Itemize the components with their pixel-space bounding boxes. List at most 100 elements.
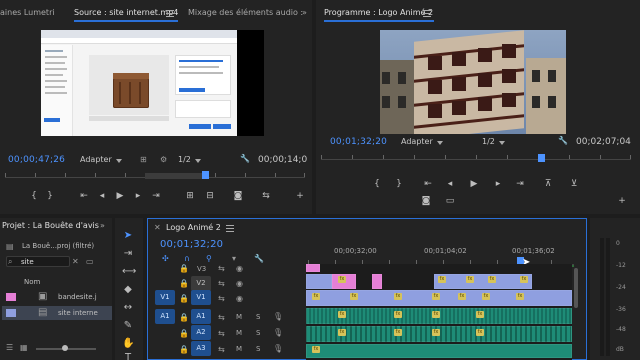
go-to-out-icon[interactable]: ⇥ bbox=[514, 178, 526, 190]
mute-button[interactable]: M bbox=[236, 313, 242, 321]
slip-tool-icon[interactable]: ↔ bbox=[122, 302, 134, 314]
mark-out-icon[interactable]: } bbox=[44, 190, 56, 202]
ripple-edit-tool-icon[interactable]: ⟷ bbox=[122, 266, 136, 278]
track-label-a3[interactable]: A3 bbox=[191, 341, 211, 356]
mute-button[interactable]: M bbox=[236, 345, 242, 353]
audio-clip[interactable] bbox=[306, 344, 572, 358]
add-button-icon[interactable]: + bbox=[294, 190, 306, 202]
source-patch-a1[interactable]: A1 bbox=[155, 309, 175, 324]
clip[interactable] bbox=[306, 264, 320, 272]
clip[interactable] bbox=[306, 274, 332, 289]
source-in-out-range[interactable] bbox=[145, 173, 205, 179]
list-item[interactable]: ▣ bandesite.j bbox=[2, 290, 112, 304]
export-frame-icon[interactable]: ◙ bbox=[232, 190, 244, 202]
clip[interactable] bbox=[434, 274, 532, 289]
timeline-settings-icon[interactable]: 🔧 bbox=[254, 254, 264, 263]
pen-tool-icon[interactable]: ✎ bbox=[122, 320, 134, 332]
eye-icon[interactable]: ◉ bbox=[236, 294, 243, 303]
mark-out-icon[interactable]: } bbox=[393, 178, 405, 190]
source-timecode[interactable]: 00;00;47;26 bbox=[8, 155, 65, 165]
panel-menu-icon[interactable] bbox=[423, 10, 431, 17]
step-back-icon[interactable]: ◂ bbox=[96, 190, 108, 202]
sync-icon[interactable]: ⇆ bbox=[218, 264, 225, 273]
list-item[interactable]: ▤ site interne bbox=[2, 306, 112, 320]
step-forward-icon[interactable]: ▸ bbox=[492, 178, 504, 190]
program-fit-dropdown[interactable]: Adapter bbox=[401, 137, 443, 146]
source-patch-v1[interactable]: V1 bbox=[155, 290, 175, 305]
timeline-vertical-scrollbar[interactable] bbox=[574, 268, 578, 308]
overwrite-clip-icon[interactable]: ⊟ bbox=[204, 190, 216, 202]
new-bin-icon[interactable]: ▭ bbox=[86, 257, 94, 266]
insert-icon[interactable]: ⊞ bbox=[140, 155, 147, 164]
type-tool-icon[interactable]: T bbox=[122, 352, 134, 360]
zoom-slider-handle[interactable] bbox=[62, 345, 68, 351]
tab-audio-mix[interactable]: Mixage des éléments audio : bbox=[188, 8, 303, 17]
panel-menu-icon[interactable] bbox=[226, 225, 234, 232]
source-playhead[interactable] bbox=[202, 171, 209, 179]
solo-button[interactable]: S bbox=[256, 329, 260, 337]
compare-view-icon[interactable]: ▭ bbox=[444, 195, 456, 207]
lock-icon[interactable]: 🔒 bbox=[179, 329, 189, 338]
wrench-icon[interactable]: 🔧 bbox=[240, 154, 250, 163]
track-select-tool-icon[interactable]: ⇥ bbox=[122, 248, 134, 260]
snap-icon[interactable]: ∩ bbox=[184, 254, 190, 263]
camera-icon[interactable]: ◙ bbox=[420, 195, 432, 207]
sync-icon[interactable]: ⇆ bbox=[218, 294, 225, 303]
mark-in-icon[interactable]: { bbox=[371, 178, 383, 190]
add-marker-icon[interactable]: ▾ bbox=[232, 254, 236, 263]
microphone-icon[interactable]: 🎙 bbox=[273, 312, 283, 321]
button-editor-icon[interactable]: ⇆ bbox=[260, 190, 272, 202]
solo-button[interactable]: S bbox=[256, 313, 260, 321]
more-tabs-icon[interactable]: » bbox=[302, 8, 307, 17]
track-label-a2[interactable]: A2 bbox=[191, 325, 211, 340]
wrench-icon[interactable]: 🔧 bbox=[558, 136, 568, 145]
tab-project[interactable]: Projet : La Bouête d'avis bbox=[2, 221, 99, 230]
more-tabs-icon[interactable]: » bbox=[100, 221, 105, 230]
lock-icon[interactable]: 🔒 bbox=[179, 345, 189, 354]
sync-icon[interactable]: ⇆ bbox=[218, 313, 225, 322]
linked-selection-icon[interactable]: ⚲ bbox=[206, 254, 212, 263]
track-label-v2[interactable]: V2 bbox=[191, 276, 211, 291]
go-to-in-icon[interactable]: ⇤ bbox=[78, 190, 90, 202]
track-label-v1[interactable]: V1 bbox=[191, 290, 211, 305]
source-fit-dropdown[interactable]: Adapter bbox=[80, 155, 122, 164]
settings-wrench-icon[interactable]: ⚙ bbox=[160, 155, 167, 164]
extract-icon[interactable]: ⊻ bbox=[568, 178, 580, 190]
column-header-name[interactable]: Nom bbox=[24, 278, 40, 286]
clear-search-icon[interactable]: ✕ bbox=[72, 257, 79, 266]
source-resolution-dropdown[interactable]: 1/2 bbox=[178, 155, 201, 164]
eye-icon[interactable]: ◉ bbox=[236, 264, 243, 273]
clip[interactable] bbox=[372, 274, 382, 289]
selection-tool-icon[interactable]: ➤ bbox=[122, 230, 134, 242]
tab-timeline[interactable]: Logo Animé 2 bbox=[166, 223, 221, 232]
tab-lumetri[interactable]: aines Lumetri bbox=[0, 8, 55, 17]
program-resolution-dropdown[interactable]: 1/2 bbox=[482, 137, 505, 146]
mute-button[interactable]: M bbox=[236, 329, 242, 337]
mark-in-icon[interactable]: { bbox=[28, 190, 40, 202]
tab-source[interactable]: Source : site internet.mp4 bbox=[74, 8, 178, 17]
track-label-v3[interactable]: V3 bbox=[197, 265, 206, 273]
close-icon[interactable]: ✕ bbox=[154, 223, 161, 232]
razor-tool-icon[interactable]: ◆ bbox=[122, 284, 134, 296]
list-view-icon[interactable]: ☰ bbox=[6, 343, 13, 352]
go-to-in-icon[interactable]: ⇤ bbox=[422, 178, 434, 190]
sync-icon[interactable]: ⇆ bbox=[218, 345, 225, 354]
timeline-timecode[interactable]: 00;01;32;20 bbox=[160, 239, 223, 250]
eye-icon[interactable]: ◉ bbox=[236, 279, 243, 288]
step-forward-icon[interactable]: ▸ bbox=[132, 190, 144, 202]
step-back-icon[interactable]: ◂ bbox=[444, 178, 456, 190]
lift-icon[interactable]: ⊼ bbox=[542, 178, 554, 190]
program-playhead[interactable] bbox=[538, 154, 545, 162]
microphone-icon[interactable]: 🎙 bbox=[273, 344, 283, 353]
lock-icon[interactable]: 🔒 bbox=[179, 279, 189, 288]
sync-icon[interactable]: ⇆ bbox=[218, 279, 225, 288]
nest-icon[interactable]: ✣ bbox=[162, 254, 169, 263]
hand-tool-icon[interactable]: ✋ bbox=[122, 338, 134, 350]
insert-clip-icon[interactable]: ⊞ bbox=[184, 190, 196, 202]
solo-button[interactable]: S bbox=[256, 345, 260, 353]
add-button-icon[interactable]: + bbox=[616, 195, 628, 207]
icon-view-icon[interactable]: ▦ bbox=[20, 343, 28, 352]
search-input[interactable]: site bbox=[21, 258, 34, 266]
play-icon[interactable]: ▶ bbox=[114, 190, 126, 202]
program-timecode[interactable]: 00;01;32;20 bbox=[330, 137, 387, 147]
